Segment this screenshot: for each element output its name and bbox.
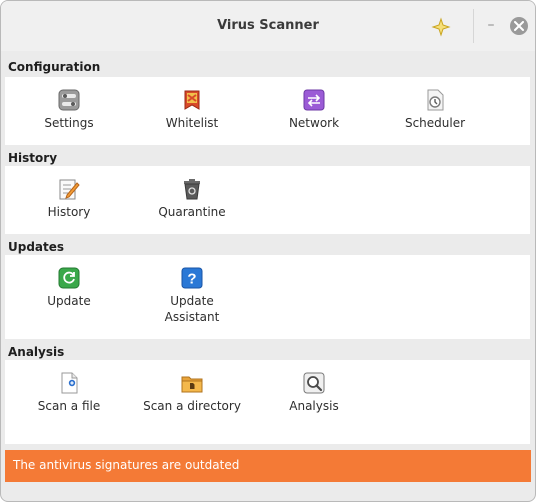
- section-title-analysis: Analysis: [8, 345, 65, 359]
- whitelist-icon: [181, 89, 203, 111]
- close-button[interactable]: [510, 17, 528, 35]
- quarantine-icon: [181, 178, 203, 200]
- update-button[interactable]: Update: [9, 267, 129, 309]
- update-label: Update: [47, 294, 91, 308]
- quarantine-button[interactable]: Quarantine: [132, 178, 252, 220]
- scheduler-label: Scheduler: [404, 116, 466, 130]
- scheduler-icon: [424, 89, 446, 111]
- network-label: Network: [288, 116, 340, 130]
- section-title-updates: Updates: [8, 240, 65, 254]
- status-message: The antivirus signatures are outdated: [13, 458, 240, 472]
- settings-button[interactable]: Settings: [9, 89, 129, 131]
- updates-panel: Update ? Update Assistant: [5, 255, 530, 339]
- help-icon: ?: [181, 267, 203, 289]
- network-icon: [303, 89, 325, 111]
- analysis-label: Analysis: [289, 399, 339, 413]
- status-banner: The antivirus signatures are outdated: [5, 450, 531, 482]
- update-assistant-button[interactable]: ? Update Assistant: [132, 267, 252, 325]
- update-assistant-label: Update Assistant: [164, 294, 220, 324]
- history-panel: History Quarantine: [5, 166, 530, 234]
- analysis-panel: Scan a file Scan a directory Analysis: [5, 360, 530, 444]
- scan-directory-icon: [181, 372, 203, 394]
- svg-text:?: ?: [187, 271, 196, 288]
- scan-directory-button[interactable]: Scan a directory: [132, 372, 252, 414]
- configuration-panel: Settings Whitelist Network Scheduler: [5, 77, 530, 145]
- section-title-configuration: Configuration: [8, 60, 101, 74]
- history-label: History: [47, 205, 91, 219]
- whitelist-label: Whitelist: [165, 116, 219, 130]
- history-button[interactable]: History: [9, 178, 129, 220]
- scan-file-label: Scan a file: [37, 399, 101, 413]
- sparkle-icon[interactable]: [431, 17, 451, 37]
- scan-directory-label: Scan a directory: [143, 399, 241, 413]
- minimize-button[interactable]: –: [481, 15, 501, 35]
- update-icon: [58, 267, 80, 289]
- close-icon: [514, 21, 524, 31]
- quarantine-label: Quarantine: [158, 205, 226, 219]
- settings-label: Settings: [44, 116, 94, 130]
- section-title-history: History: [8, 151, 58, 165]
- analysis-icon: [303, 372, 325, 394]
- network-button[interactable]: Network: [254, 89, 374, 131]
- analysis-button[interactable]: Analysis: [254, 372, 374, 414]
- scheduler-button[interactable]: Scheduler: [375, 89, 495, 131]
- scan-file-button[interactable]: Scan a file: [9, 372, 129, 414]
- scan-file-icon: [58, 372, 80, 394]
- window-title: Virus Scanner: [217, 18, 319, 33]
- whitelist-button[interactable]: Whitelist: [132, 89, 252, 131]
- title-bar: Virus Scanner –: [1, 1, 535, 51]
- settings-icon: [58, 89, 80, 111]
- app-window: Virus Scanner – Configuration Settings W…: [0, 0, 536, 502]
- history-icon: [58, 178, 80, 200]
- titlebar-separator: [473, 9, 474, 43]
